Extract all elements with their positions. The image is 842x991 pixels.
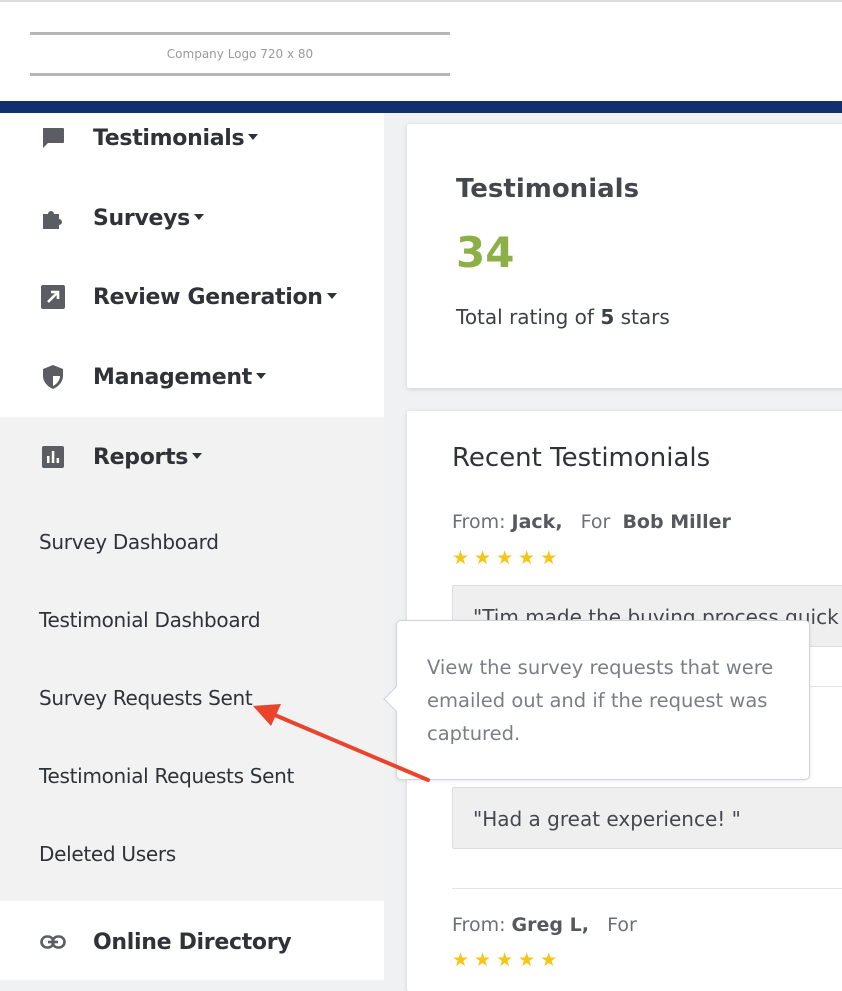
shield-icon — [40, 364, 66, 390]
star-rating: ★ ★ ★ ★ ★ — [452, 951, 557, 970]
logo-placeholder-text: Company Logo 720 x 80 — [166, 47, 314, 61]
header: Company Logo 720 x 80 — [0, 0, 842, 102]
testimonial-count: 34 — [456, 228, 515, 277]
star-icon: ★ — [496, 548, 514, 569]
sidebar-item-reports[interactable]: Reports — [0, 427, 384, 487]
star-icon: ★ — [474, 548, 492, 569]
comment-icon — [40, 125, 66, 151]
sidebar-item-label: Online Directory — [93, 929, 292, 955]
rating-prefix: Total rating of — [456, 305, 594, 329]
puzzle-icon — [40, 205, 66, 231]
company-logo[interactable]: Company Logo 720 x 80 — [30, 32, 450, 76]
submenu-item-survey-requests-sent[interactable]: Survey Requests Sent — [39, 686, 253, 710]
for-label: For — [580, 511, 611, 533]
star-icon: ★ — [518, 548, 536, 569]
sidebar-item-label: Testimonials — [93, 125, 245, 151]
star-icon: ★ — [518, 950, 536, 971]
rating-suffix: stars — [620, 305, 670, 329]
sidebar: Testimonials Surveys Review Generation M… — [0, 113, 384, 980]
testimonial-quote: "Had a great experience! " — [452, 787, 842, 849]
star-icon: ★ — [452, 950, 470, 971]
for-label: For — [607, 914, 637, 936]
tooltip-arrow — [383, 686, 409, 712]
external-link-icon — [40, 284, 66, 310]
from-name: Greg L, — [511, 914, 589, 936]
sidebar-item-label: Management — [93, 364, 252, 390]
star-icon: ★ — [540, 548, 558, 569]
submenu-item-survey-dashboard[interactable]: Survey Dashboard — [39, 530, 219, 554]
sidebar-item-testimonials[interactable]: Testimonials — [0, 108, 384, 168]
divider — [452, 888, 842, 889]
star-rating: ★ ★ ★ ★ ★ — [452, 549, 557, 568]
from-name: Jack, — [511, 511, 563, 533]
testimonial-from-line: From: Greg L, For — [452, 914, 637, 936]
sidebar-item-online-directory[interactable]: Online Directory — [0, 912, 384, 972]
from-label: From: — [452, 914, 506, 936]
caret-down-icon — [255, 372, 266, 379]
sidebar-item-management[interactable]: Management — [0, 347, 384, 407]
sidebar-item-review-generation[interactable]: Review Generation — [0, 267, 384, 327]
star-icon: ★ — [452, 548, 470, 569]
caret-down-icon — [326, 292, 337, 299]
sidebar-item-label: Review Generation — [93, 284, 323, 310]
star-icon: ★ — [540, 950, 558, 971]
tooltip-text: View the survey requests that were email… — [427, 656, 774, 745]
submenu-item-deleted-users[interactable]: Deleted Users — [39, 842, 176, 866]
rating-summary: Total rating of 5 stars — [456, 305, 670, 329]
submenu-item-testimonial-requests-sent[interactable]: Testimonial Requests Sent — [39, 764, 294, 788]
recent-testimonials-title: Recent Testimonials — [452, 443, 711, 473]
bar-chart-icon — [40, 444, 66, 470]
testimonial-from-line: From: Jack, For Bob Miller — [452, 511, 731, 533]
reports-submenu-panel — [0, 417, 384, 901]
caret-down-icon — [193, 213, 204, 220]
sidebar-item-surveys[interactable]: Surveys — [0, 188, 384, 248]
tooltip-survey-requests: View the survey requests that were email… — [383, 620, 810, 780]
sidebar-item-label: Reports — [93, 444, 189, 470]
caret-down-icon — [192, 452, 203, 459]
testimonials-stat-card: Testimonials 34 Total rating of 5 stars — [407, 124, 842, 388]
stat-title: Testimonials — [456, 174, 640, 204]
submenu-item-testimonial-dashboard[interactable]: Testimonial Dashboard — [39, 608, 261, 632]
rating-value: 5 — [600, 305, 615, 329]
star-icon: ★ — [474, 950, 492, 971]
star-icon: ★ — [496, 950, 514, 971]
from-label: From: — [452, 511, 506, 533]
for-name: Bob Miller — [622, 511, 731, 533]
link-icon — [40, 929, 66, 955]
sidebar-item-label: Surveys — [93, 205, 190, 231]
caret-down-icon — [248, 133, 259, 140]
